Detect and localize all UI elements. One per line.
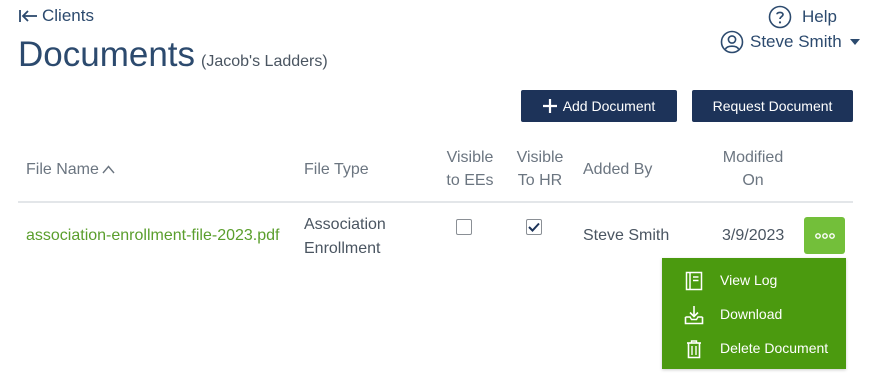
- file-type-line2: Enrollment: [304, 240, 381, 257]
- column-header-file-name-label: File Name: [26, 161, 99, 178]
- request-document-label: Request Document: [712, 98, 833, 114]
- added-by-cell: Steve Smith: [583, 227, 670, 244]
- menu-item-delete-document[interactable]: Delete Document: [662, 331, 846, 365]
- column-header-added-by-label: Added By: [583, 161, 653, 178]
- back-to-clients-link[interactable]: Clients: [18, 6, 94, 26]
- modified-on-cell: 3/9/2023: [722, 227, 785, 244]
- more-dots-icon: [814, 232, 835, 239]
- column-header-visible-hr-line1: Visible: [516, 149, 564, 166]
- file-name-link[interactable]: association-enrollment-file-2023.pdf: [26, 227, 279, 245]
- menu-item-view-log-label: View Log: [720, 272, 778, 288]
- checkmark-icon: [528, 222, 540, 232]
- help-link[interactable]: Help: [768, 5, 837, 29]
- column-header-visible-to-hr: Visible To HR: [508, 146, 572, 192]
- column-header-modified-line2: On: [742, 172, 764, 189]
- column-header-modified-line1: Modified: [722, 149, 784, 166]
- file-type-line1: Association: [304, 216, 386, 233]
- add-document-button[interactable]: Add Document: [521, 90, 677, 122]
- column-header-added-by: Added By: [583, 158, 652, 181]
- table-header-divider: [18, 201, 853, 203]
- column-header-visible-ees-line2: to EEs: [446, 172, 494, 189]
- column-header-file-type: File Type: [304, 158, 369, 181]
- help-label: Help: [802, 7, 837, 26]
- download-tray-icon: [684, 306, 704, 325]
- page-title: Documents (Jacob's Ladders): [18, 35, 328, 75]
- user-circle-icon: [720, 30, 744, 54]
- column-header-visible-hr-line2: To HR: [517, 172, 563, 189]
- user-menu[interactable]: Steve Smith: [720, 30, 860, 54]
- row-actions-button[interactable]: [804, 217, 845, 254]
- user-name: Steve Smith: [750, 32, 842, 51]
- arrow-left-icon: [19, 10, 37, 22]
- add-document-label: Add Document: [562, 98, 656, 114]
- menu-item-download[interactable]: Download: [662, 297, 846, 331]
- question-circle-icon: [768, 5, 792, 29]
- page-subtitle: (Jacob's Ladders): [201, 53, 328, 70]
- menu-item-view-log[interactable]: View Log: [662, 263, 846, 297]
- back-link-label: Clients: [42, 6, 94, 25]
- sort-ascending-icon: [102, 165, 115, 174]
- caret-down-icon: [849, 39, 860, 45]
- row-actions-menu: View Log Download Delete Document: [662, 258, 846, 369]
- column-header-modified-on: Modified On: [713, 146, 793, 192]
- menu-item-download-label: Download: [720, 306, 783, 322]
- visible-to-ees-checkbox[interactable]: [456, 219, 472, 235]
- column-header-file-name[interactable]: File Name: [26, 158, 115, 181]
- request-document-button[interactable]: Request Document: [692, 90, 853, 122]
- file-type-cell: Association Enrollment: [304, 213, 386, 261]
- plus-icon: [542, 99, 557, 113]
- column-header-visible-ees-line1: Visible: [446, 149, 494, 166]
- log-book-icon: [685, 271, 703, 291]
- column-header-visible-to-ees: Visible to EEs: [438, 146, 502, 192]
- visible-to-hr-checkbox[interactable]: [526, 219, 542, 235]
- trash-icon: [687, 340, 701, 359]
- page-title-text: Documents: [18, 35, 196, 74]
- column-header-file-type-label: File Type: [304, 161, 369, 178]
- menu-item-delete-document-label: Delete Document: [720, 340, 829, 356]
